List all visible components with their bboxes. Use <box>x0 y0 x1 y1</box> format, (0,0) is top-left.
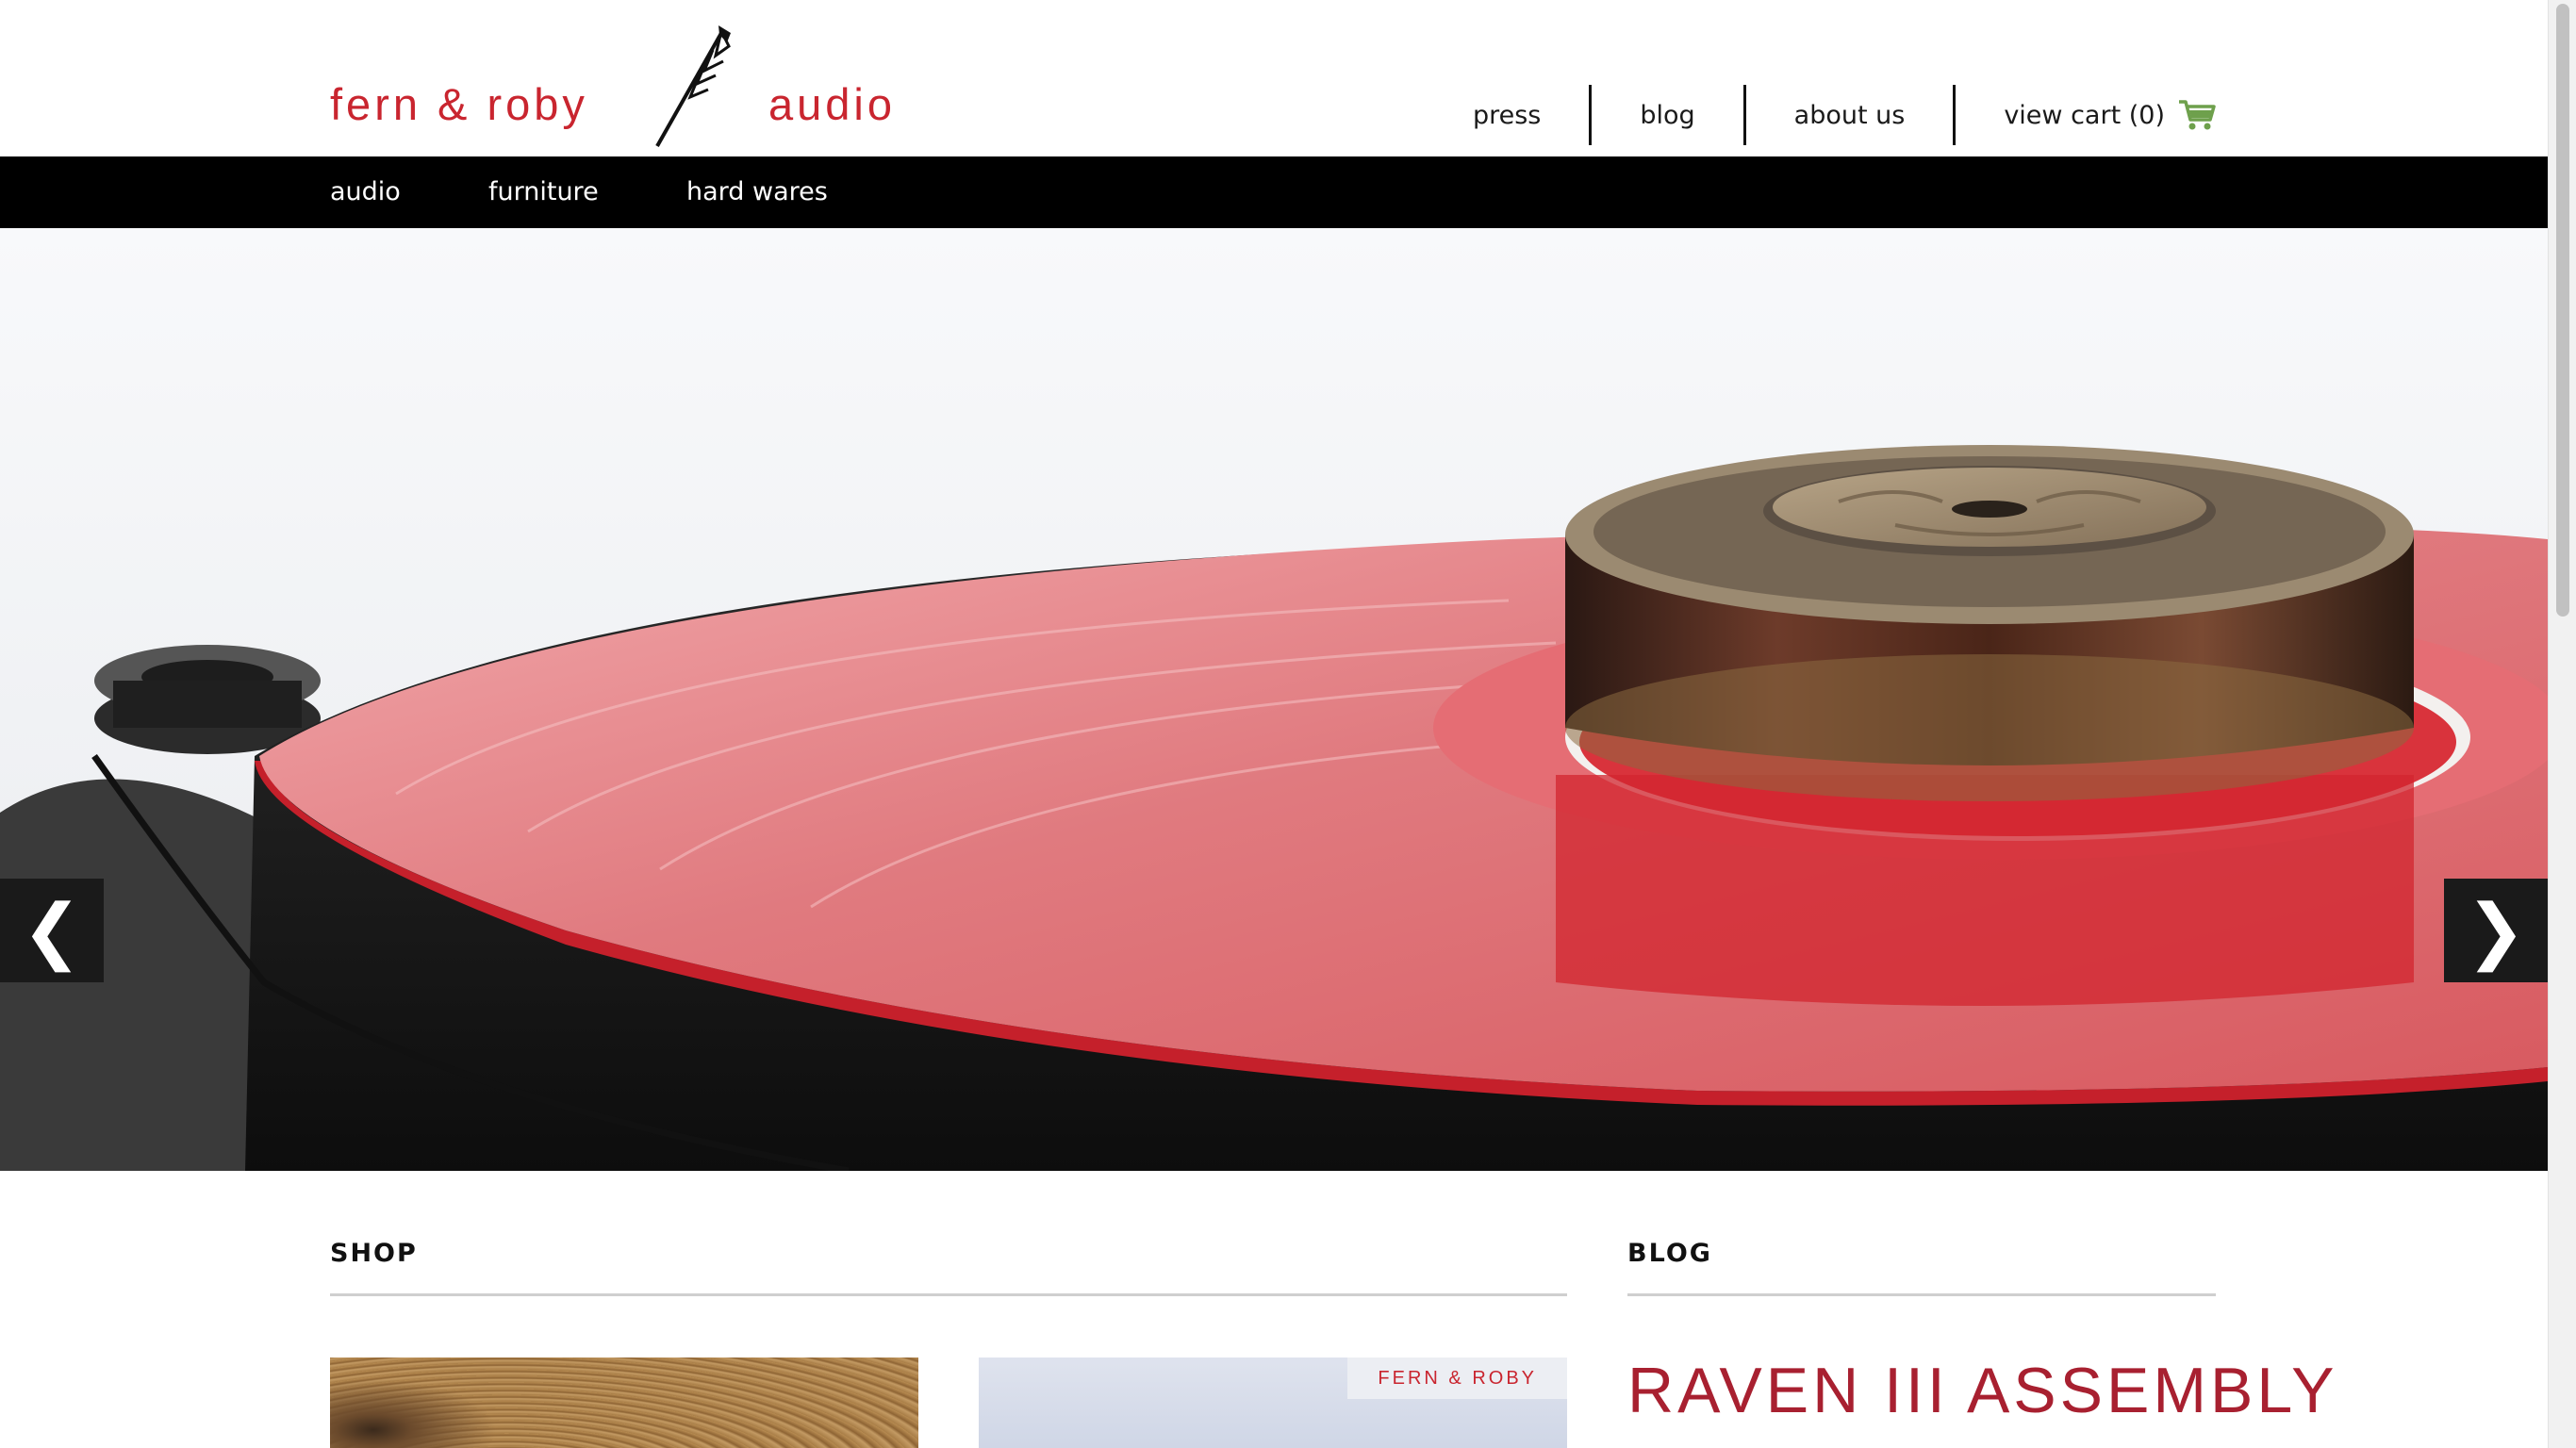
nav-blog-link[interactable]: blog <box>1589 85 1742 145</box>
brand-name-left: fern & roby <box>330 79 588 129</box>
brand-tag: FERN & ROBY <box>1347 1358 1567 1399</box>
category-audio-link[interactable]: audio <box>330 156 401 228</box>
category-furniture-link[interactable]: furniture <box>488 156 599 228</box>
cart-label: view cart (0) <box>2004 100 2165 130</box>
shop-divider <box>330 1293 1567 1296</box>
shop-section-title: SHOP <box>330 1239 418 1268</box>
brand-logo[interactable]: fern & roby audio <box>330 24 896 156</box>
blog-divider <box>1627 1293 2216 1296</box>
blog-post-title[interactable]: RAVEN III ASSEMBLY <box>1627 1354 2382 1448</box>
blog-section-title: BLOG <box>1627 1239 1712 1268</box>
wood-knot-image <box>330 1358 547 1448</box>
brand-name-right: audio <box>768 79 896 129</box>
category-nav: audio furniture hard wares <box>0 156 2548 228</box>
page-scrollbar[interactable] <box>2548 0 2576 1448</box>
slider-next-button[interactable]: ❯ <box>2444 879 2548 982</box>
shop-card-wood[interactable] <box>330 1358 918 1448</box>
cart-icon <box>2179 100 2216 130</box>
slider-prev-button[interactable]: ❮ <box>0 879 104 982</box>
scrollbar-thumb[interactable] <box>2556 4 2569 617</box>
hero-slider: ❮ ❯ <box>0 228 2548 1171</box>
nav-press-link[interactable]: press <box>1425 85 1589 145</box>
hero-image <box>0 228 2548 1171</box>
top-nav: press blog about us view cart (0) <box>1425 85 2216 145</box>
nav-cart-link[interactable]: view cart (0) <box>1953 85 2216 145</box>
shop-card-product[interactable]: FERN & ROBY <box>979 1358 1567 1448</box>
category-hard-wares-link[interactable]: hard wares <box>686 156 828 228</box>
nav-about-link[interactable]: about us <box>1742 85 1954 145</box>
arrow-icon <box>655 25 731 147</box>
